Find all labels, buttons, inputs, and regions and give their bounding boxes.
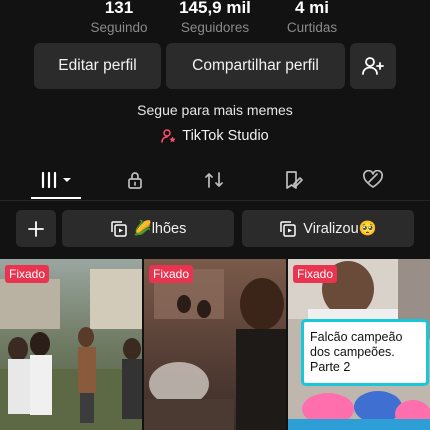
playlist-label: 🌽lhões [133, 221, 187, 237]
repost-icon [205, 172, 223, 188]
video-caption-overlay: Falcão campeão dos campeões. Parte 2 [304, 322, 426, 383]
tab-private[interactable] [115, 166, 155, 194]
likes-count: 4 mi [294, 0, 330, 17]
video-thumbnail-image [0, 259, 142, 430]
profile-stats: 131 Seguindo 145,9 mil Seguidores 4 mi C… [0, 0, 430, 40]
videos-grid-icon [41, 171, 71, 189]
add-friend-button[interactable] [350, 43, 396, 89]
selected-tab-indicator [31, 197, 81, 199]
tab-liked[interactable] [353, 166, 393, 194]
followers-stat[interactable]: 145,9 mil Seguidores [170, 0, 260, 35]
likes-label: Curtidas [286, 20, 338, 35]
lock-icon [128, 172, 142, 189]
video-thumbnail-image [144, 259, 286, 430]
tab-reposts[interactable] [194, 166, 234, 194]
playlist-chip[interactable]: Viralizou🥺 [242, 210, 414, 247]
following-stat[interactable]: 131 Seguindo [79, 0, 159, 35]
favorites-icon [286, 171, 303, 189]
following-count: 131 [104, 0, 134, 17]
tiktok-studio-label: TikTok Studio [182, 128, 269, 144]
pinned-badge: Fixado [293, 265, 338, 283]
plus-icon [28, 220, 44, 237]
playlist-label: Viralizou🥺 [303, 221, 377, 237]
pinned-badge: Fixado [149, 265, 194, 283]
following-label: Seguindo [90, 20, 148, 35]
playlist-icon [110, 220, 127, 237]
profile-bio: Segue para mais memes [137, 102, 293, 118]
share-profile-button[interactable]: Compartilhar perfil [166, 43, 345, 89]
likes-stat[interactable]: 4 mi Curtidas [272, 0, 352, 35]
video-thumbnail[interactable]: Fixado [0, 259, 142, 430]
tab-favorites[interactable] [273, 166, 313, 194]
liked-icon [362, 170, 384, 188]
followers-label: Seguidores [180, 20, 250, 35]
pinned-badge: Fixado [5, 265, 50, 283]
tab-videos[interactable] [36, 166, 76, 194]
person-plus-icon [362, 57, 384, 75]
video-thumbnail[interactable]: Fixado [144, 259, 286, 430]
create-playlist-button[interactable] [16, 210, 56, 247]
tiktok-studio-link[interactable]: TikTok Studio [0, 128, 430, 144]
profile-tabs [0, 162, 430, 201]
edit-profile-button[interactable]: Editar perfil [34, 43, 161, 89]
followers-count: 145,9 mil [179, 0, 251, 17]
creator-studio-icon [161, 129, 176, 143]
playlist-chip[interactable]: 🌽lhões [62, 210, 234, 247]
playlist-icon [280, 220, 297, 237]
